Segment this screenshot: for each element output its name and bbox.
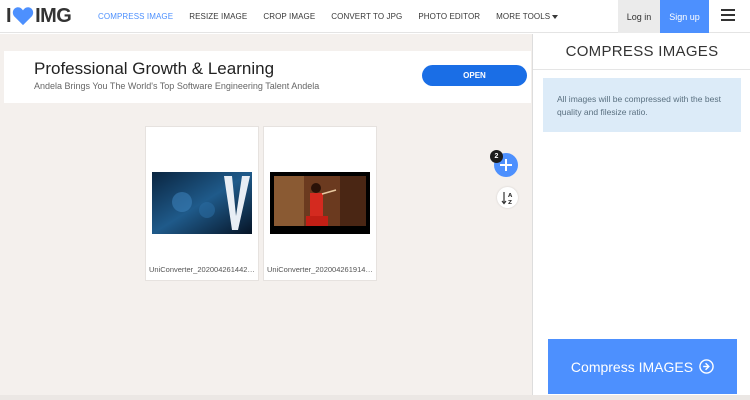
compression-info-text: All images will be compressed with the b… bbox=[557, 94, 721, 117]
file-card[interactable]: UniConverter_2020042614422... bbox=[145, 126, 259, 281]
sidebar-title: COMPRESS IMAGES bbox=[565, 43, 719, 60]
arrow-right-circle-icon bbox=[699, 359, 714, 374]
ilovimg-logo[interactable]: I IMG bbox=[6, 4, 72, 28]
logo-text-i: I bbox=[6, 4, 12, 27]
ad-open-button[interactable]: OPEN bbox=[422, 65, 527, 86]
bottom-strip bbox=[0, 395, 750, 400]
hamburger-menu-icon[interactable] bbox=[721, 9, 735, 21]
ad-title: Professional Growth & Learning bbox=[34, 59, 275, 78]
logo-text-img: IMG bbox=[35, 4, 72, 27]
nav-more-tools[interactable]: MORE TOOLS bbox=[496, 12, 559, 21]
nav-convert-to-jpg[interactable]: CONVERT TO JPG bbox=[331, 12, 402, 21]
nav-resize-image[interactable]: RESIZE IMAGE bbox=[189, 12, 247, 21]
thumbnail-image-2 bbox=[270, 172, 370, 234]
file-thumbnail bbox=[270, 172, 370, 234]
compress-button-label: Compress IMAGES bbox=[570, 358, 694, 375]
plus-icon bbox=[500, 159, 512, 171]
sort-files-button[interactable]: A Z bbox=[497, 187, 518, 208]
workspace: Professional Growth & Learning Andela Br… bbox=[0, 34, 532, 400]
nav-photo-editor[interactable]: PHOTO EDITOR bbox=[418, 12, 480, 21]
ad-subtitle: Andela Brings You The World's Top Softwa… bbox=[34, 81, 320, 91]
nav-compress-image[interactable]: COMPRESS IMAGE bbox=[98, 12, 173, 21]
tools-nav: COMPRESS IMAGE RESIZE IMAGE CROP IMAGE C… bbox=[90, 0, 566, 33]
caret-down-icon bbox=[552, 14, 559, 19]
ad-banner[interactable]: Professional Growth & Learning Andela Br… bbox=[4, 51, 531, 103]
svg-text:Z: Z bbox=[508, 200, 512, 205]
nav-more-tools-label: MORE TOOLS bbox=[496, 12, 551, 21]
compression-info-box: All images will be compressed with the b… bbox=[543, 78, 741, 132]
svg-text:A: A bbox=[508, 193, 513, 199]
top-navbar: I IMG COMPRESS IMAGE RESIZE IMAGE CROP I… bbox=[0, 0, 750, 33]
sort-az-icon: A Z bbox=[501, 191, 513, 205]
file-thumbnail bbox=[152, 172, 252, 234]
nav-crop-image[interactable]: CROP IMAGE bbox=[263, 12, 315, 21]
file-count-badge: 2 bbox=[490, 150, 503, 163]
sidebar-divider bbox=[533, 69, 750, 70]
login-button[interactable]: Log in bbox=[618, 0, 660, 33]
heart-icon bbox=[12, 7, 34, 26]
thumbnail-image-1 bbox=[152, 172, 252, 234]
signup-button[interactable]: Sign up bbox=[660, 0, 709, 33]
compress-images-button[interactable]: Compress IMAGES bbox=[548, 339, 737, 394]
compress-sidebar: COMPRESS IMAGES All images will be compr… bbox=[532, 34, 750, 400]
file-name: UniConverter_2020042619140... bbox=[267, 265, 375, 274]
file-card[interactable]: UniConverter_2020042619140... bbox=[263, 126, 377, 281]
file-name: UniConverter_2020042614422... bbox=[149, 265, 257, 274]
